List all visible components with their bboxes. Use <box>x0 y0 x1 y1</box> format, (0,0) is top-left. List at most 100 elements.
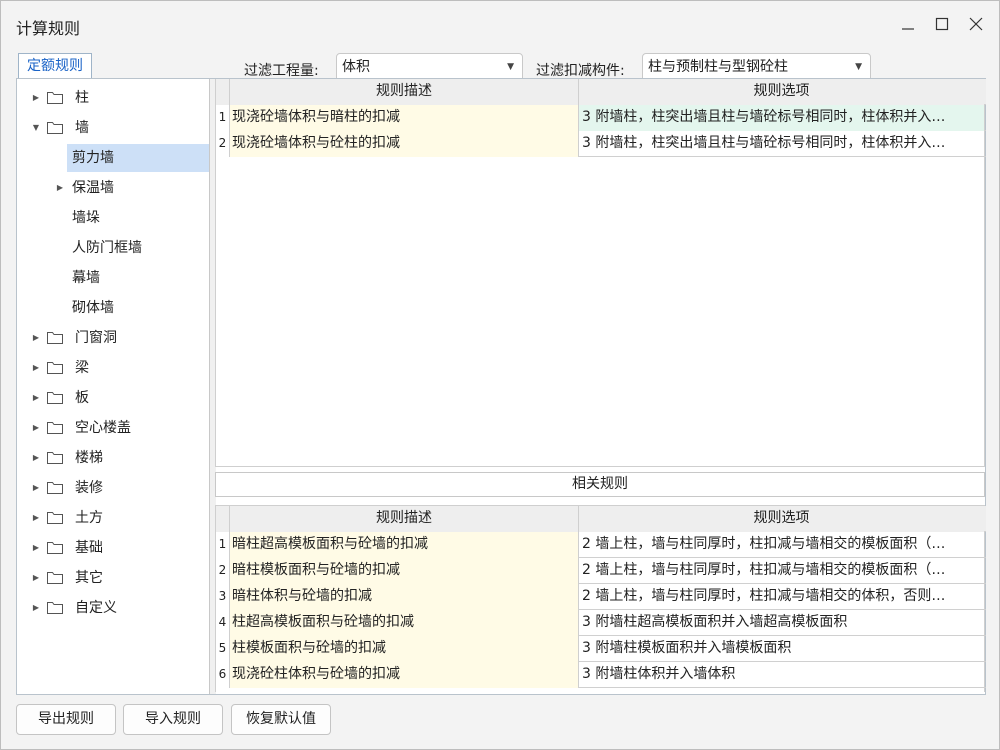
expand-arrow-icon[interactable]: ▶ <box>31 534 41 562</box>
header-desc: 规则描述 <box>230 506 579 532</box>
tree-item-slab[interactable]: ▶ 板 <box>17 384 209 412</box>
folder-icon <box>47 122 63 134</box>
tree-item-stairs[interactable]: ▶ 楼梯 <box>17 444 209 472</box>
expand-arrow-icon[interactable]: ▶ <box>31 474 41 502</box>
tree-item-zhu[interactable]: ▶ 柱 <box>17 84 209 112</box>
table-row[interactable]: 3 暗柱体积与砼墙的扣减 2 墙上柱，墙与柱同厚时，柱扣减与墙相交的体积，否则… <box>216 584 986 610</box>
tree-item-label: 梁 <box>75 360 89 376</box>
tree-item-label: 楼梯 <box>75 450 103 466</box>
row-index: 6 <box>216 662 230 688</box>
header-option: 规则选项 <box>579 79 984 105</box>
tree-item-label: 砌体墙 <box>72 300 114 316</box>
title-bar: 计算规则 <box>1 1 999 47</box>
row-option[interactable]: 3 附墙柱超高模板面积并入墙超高模板面积 <box>579 610 984 636</box>
tree-item-curtain-wall[interactable]: 幕墙 <box>17 264 209 292</box>
table-row[interactable]: 5 柱模板面积与砼墙的扣减 3 附墙柱模板面积并入墙模板面积 <box>216 636 986 662</box>
expand-arrow-icon[interactable]: ▶ <box>31 564 41 592</box>
tree-item-label: 土方 <box>75 510 103 526</box>
rules-table: 规则描述 规则选项 1 现浇砼墙体积与暗柱的扣减 3 附墙柱，柱突出墙且柱与墙砼… <box>215 79 986 467</box>
row-option[interactable]: 2 墙上柱，墙与柱同厚时，柱扣减与墙相交的体积，否则… <box>579 584 984 610</box>
table-header: 规则描述 规则选项 <box>216 79 986 105</box>
tree-item-other[interactable]: ▶ 其它 <box>17 564 209 592</box>
maximize-button[interactable] <box>927 9 957 39</box>
minimize-button[interactable] <box>893 9 923 39</box>
row-index: 2 <box>216 131 230 157</box>
row-option[interactable]: 2 墙上柱，墙与柱同厚时，柱扣减与墙相交的模板面积（… <box>579 532 984 558</box>
export-rules-button[interactable]: 导出规则 <box>16 704 116 735</box>
component-filter-value: 柱与预制柱与型钢砼柱 <box>648 59 788 75</box>
close-icon <box>969 17 983 31</box>
row-option[interactable]: 3 附墙柱，柱突出墙且柱与墙砼标号相同时，柱体积并入… <box>579 105 984 131</box>
close-button[interactable] <box>961 9 991 39</box>
tree-item-label: 其它 <box>75 570 103 586</box>
import-rules-button[interactable]: 导入规则 <box>123 704 223 735</box>
chevron-down-icon: ▼ <box>855 62 862 72</box>
row-desc: 暗柱模板面积与砼墙的扣减 <box>230 558 579 584</box>
folder-icon <box>47 572 63 584</box>
calc-rules-window: 计算规则 定额规则 过滤工程量: 体积 ▼ 过滤扣减构件: 柱与预制柱与型钢砼柱… <box>0 0 1000 750</box>
tree-item-earthwork[interactable]: ▶ 土方 <box>17 504 209 532</box>
tree-item-foundation[interactable]: ▶ 基础 <box>17 534 209 562</box>
row-option[interactable]: 3 附墙柱模板面积并入墙模板面积 <box>579 636 984 662</box>
folder-icon <box>47 482 63 494</box>
tree-item-label: 装修 <box>75 480 103 496</box>
expand-arrow-icon[interactable]: ▶ <box>31 384 41 412</box>
header-option: 规则选项 <box>579 506 984 532</box>
tree-item-label: 保温墙 <box>72 180 114 196</box>
folder-icon <box>47 422 63 434</box>
tree-item-civil-defense-wall[interactable]: 人防门框墙 <box>17 234 209 262</box>
row-index: 4 <box>216 610 230 636</box>
folder-icon <box>47 542 63 554</box>
row-option[interactable]: 2 墙上柱，墙与柱同厚时，柱扣减与墙相交的模板面积（… <box>579 558 984 584</box>
row-desc: 暗柱体积与砼墙的扣减 <box>230 584 579 610</box>
table-row[interactable]: 2 现浇砼墙体积与砼柱的扣减 3 附墙柱，柱突出墙且柱与墙砼标号相同时，柱体积并… <box>216 131 986 157</box>
tree-item-beam[interactable]: ▶ 梁 <box>17 354 209 382</box>
expand-arrow-icon[interactable]: ▶ <box>55 174 65 202</box>
row-desc: 暗柱超高模板面积与砼墙的扣减 <box>230 532 579 558</box>
row-option[interactable]: 3 附墙柱，柱突出墙且柱与墙砼标号相同时，柱体积并入… <box>579 131 984 157</box>
table-row[interactable]: 4 柱超高模板面积与砼墙的扣减 3 附墙柱超高模板面积并入墙超高模板面积 <box>216 610 986 636</box>
header-index <box>216 506 230 532</box>
table-row[interactable]: 2 暗柱模板面积与砼墙的扣减 2 墙上柱，墙与柱同厚时，柱扣减与墙相交的模板面积… <box>216 558 986 584</box>
folder-icon <box>47 602 63 614</box>
restore-defaults-button[interactable]: 恢复默认值 <box>231 704 331 735</box>
expand-arrow-icon[interactable]: ▶ <box>31 414 41 442</box>
row-desc: 现浇砼墙体积与暗柱的扣减 <box>230 105 579 131</box>
tree-item-qiang[interactable]: ▼ 墙 <box>17 114 209 142</box>
tree-item-shear-wall[interactable]: 剪力墙 <box>67 144 209 172</box>
tree-item-hollow-floor[interactable]: ▶ 空心楼盖 <box>17 414 209 442</box>
row-desc: 柱超高模板面积与砼墙的扣减 <box>230 610 579 636</box>
tree-item-masonry-wall[interactable]: 砌体墙 <box>17 294 209 322</box>
tree-item-label: 基础 <box>75 540 103 556</box>
tab-quota-rules[interactable]: 定额规则 <box>18 53 92 78</box>
table-header: 规则描述 规则选项 <box>216 506 986 532</box>
row-option[interactable]: 3 附墙柱体积并入墙体积 <box>579 662 984 688</box>
tree-item-label: 墙垛 <box>72 210 100 226</box>
tree-item-label: 柱 <box>75 90 89 106</box>
tree-item-label: 板 <box>75 390 89 406</box>
table-row[interactable]: 1 现浇砼墙体积与暗柱的扣减 3 附墙柱，柱突出墙且柱与墙砼标号相同时，柱体积并… <box>216 105 986 131</box>
tree-item-label: 幕墙 <box>72 270 100 286</box>
expand-arrow-icon[interactable]: ▶ <box>31 324 41 352</box>
expand-arrow-icon[interactable]: ▶ <box>31 594 41 622</box>
row-desc: 现浇砼墙体积与砼柱的扣减 <box>230 131 579 157</box>
expand-arrow-icon[interactable]: ▶ <box>31 504 41 532</box>
row-index: 3 <box>216 584 230 610</box>
quantity-filter-label: 过滤工程量: <box>244 63 319 79</box>
tree-item-decoration[interactable]: ▶ 装修 <box>17 474 209 502</box>
tree-item-wall-pier[interactable]: 墙垛 <box>17 204 209 232</box>
tree-item-label: 墙 <box>75 120 89 136</box>
tree-item-label: 剪力墙 <box>72 150 114 166</box>
minimize-icon <box>902 28 914 30</box>
expand-arrow-icon[interactable]: ▶ <box>31 354 41 382</box>
collapse-arrow-icon[interactable]: ▼ <box>31 114 41 142</box>
tree-item-insulation-wall[interactable]: ▶ 保温墙 <box>17 174 209 202</box>
quantity-filter-value: 体积 <box>342 59 370 75</box>
expand-arrow-icon[interactable]: ▶ <box>31 84 41 112</box>
component-filter-label: 过滤扣减构件: <box>536 63 625 79</box>
expand-arrow-icon[interactable]: ▶ <box>31 444 41 472</box>
table-row[interactable]: 6 现浇砼柱体积与砼墙的扣减 3 附墙柱体积并入墙体积 <box>216 662 986 688</box>
tree-item-custom[interactable]: ▶ 自定义 <box>17 594 209 622</box>
table-row[interactable]: 1 暗柱超高模板面积与砼墙的扣减 2 墙上柱，墙与柱同厚时，柱扣减与墙相交的模板… <box>216 532 986 558</box>
tree-item-openings[interactable]: ▶ 门窗洞 <box>17 324 209 352</box>
